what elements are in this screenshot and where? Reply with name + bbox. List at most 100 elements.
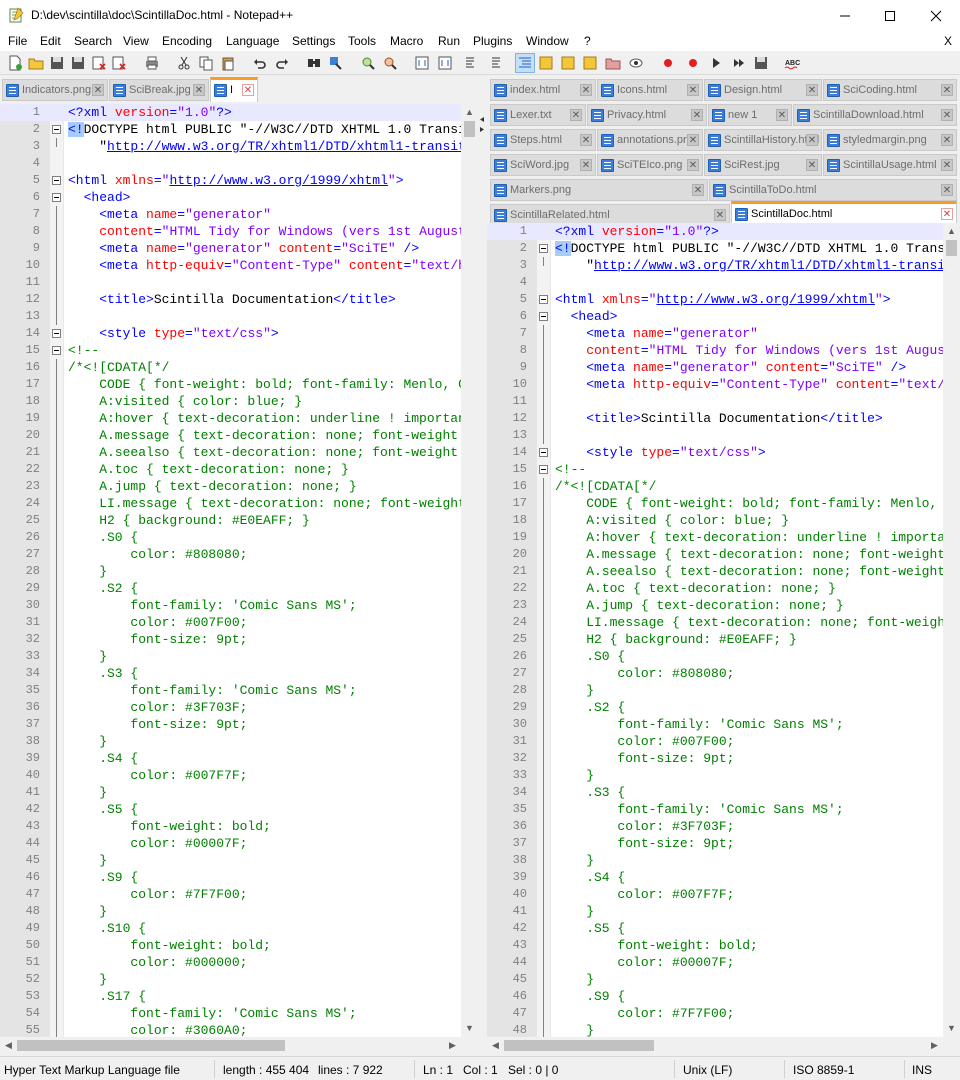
- tab-close-icon[interactable]: ✕: [806, 159, 818, 171]
- menu-tools[interactable]: Tools: [348, 34, 376, 48]
- save-all-button[interactable]: [69, 54, 87, 72]
- close-window-button[interactable]: [913, 0, 959, 31]
- scroll-thumb[interactable]: [946, 240, 957, 256]
- scroll-up-arrow[interactable]: ▲: [943, 223, 960, 240]
- menu-search[interactable]: Search: [74, 34, 112, 48]
- minimize-button[interactable]: [822, 0, 868, 31]
- tab-close-icon[interactable]: ✕: [687, 134, 699, 146]
- scroll-left-arrow[interactable]: ◀: [0, 1037, 17, 1054]
- menu-encoding[interactable]: Encoding: [162, 34, 212, 48]
- tab-styledmargin-png[interactable]: styledmargin.png ✕: [823, 129, 957, 151]
- stop-record-button[interactable]: [684, 54, 702, 72]
- tab-close-icon[interactable]: ✕: [193, 84, 205, 96]
- status-encoding[interactable]: ISO 8859-1: [793, 1063, 854, 1077]
- tab-scintillatodo-html[interactable]: ScintillaToDo.html ✕: [709, 179, 957, 201]
- show-all-chars-button[interactable]: [488, 54, 506, 72]
- spell-check-button[interactable]: ABC: [783, 54, 801, 72]
- scroll-down-arrow[interactable]: ▼: [461, 1020, 478, 1037]
- status-insert-mode[interactable]: INS: [912, 1063, 932, 1077]
- find-button[interactable]: [305, 54, 323, 72]
- undo-button[interactable]: [251, 54, 269, 72]
- menu-run[interactable]: Run: [438, 34, 460, 48]
- fold-toggle-icon[interactable]: [539, 295, 548, 304]
- folder-workspace-button[interactable]: [604, 54, 622, 72]
- tab-annotations-png[interactable]: annotations.png ✕: [597, 129, 703, 151]
- right-horizontal-scrollbar[interactable]: ◀ ▶: [487, 1037, 960, 1054]
- tab-close-icon[interactable]: ✕: [687, 84, 699, 96]
- tab-scicoding-html[interactable]: SciCoding.html ✕: [823, 79, 957, 101]
- tab-icons-html[interactable]: Icons.html ✕: [597, 79, 703, 101]
- tab-close-icon[interactable]: ✕: [242, 84, 254, 96]
- tab-close-icon[interactable]: ✕: [714, 209, 726, 221]
- tab-close-icon[interactable]: ✕: [692, 184, 704, 196]
- tab-close-icon[interactable]: ✕: [580, 159, 592, 171]
- play-macro-button[interactable]: [707, 54, 725, 72]
- fold-toggle-icon[interactable]: [52, 193, 61, 202]
- scroll-right-arrow[interactable]: ▶: [444, 1037, 461, 1054]
- scroll-down-arrow[interactable]: ▼: [943, 1020, 960, 1037]
- tab-sciword-jpg[interactable]: SciWord.jpg ✕: [490, 154, 596, 176]
- fold-toggle-icon[interactable]: [52, 329, 61, 338]
- function-list-button[interactable]: [581, 54, 599, 72]
- copy-button[interactable]: [197, 54, 215, 72]
- tab-close-icon[interactable]: ✕: [580, 84, 592, 96]
- fold-toggle-icon[interactable]: [539, 244, 548, 253]
- tab-close-icon[interactable]: ✕: [941, 109, 953, 121]
- document-map-button[interactable]: [559, 54, 577, 72]
- monitoring-button[interactable]: [627, 54, 645, 72]
- zoom-out-button[interactable]: [381, 54, 399, 72]
- left-horizontal-scrollbar[interactable]: ◀ ▶: [0, 1037, 478, 1054]
- menu-language[interactable]: Language: [226, 34, 279, 48]
- status-eol[interactable]: Unix (LF): [683, 1063, 732, 1077]
- new-file-button[interactable]: [6, 54, 24, 72]
- tab-close-icon[interactable]: ✕: [941, 134, 953, 146]
- tab-close-icon[interactable]: ✕: [691, 109, 703, 121]
- close-all-button[interactable]: [110, 54, 128, 72]
- open-file-button[interactable]: [27, 54, 45, 72]
- tab-design-html[interactable]: Design.html ✕: [704, 79, 822, 101]
- tab-index-html[interactable]: index.html ✕: [490, 79, 596, 101]
- tab-markers-png[interactable]: Markers.png ✕: [490, 179, 708, 201]
- tab-close-icon[interactable]: ✕: [776, 109, 788, 121]
- right-vertical-scrollbar[interactable]: ▲ ▼: [943, 223, 960, 1037]
- tab-steps-html[interactable]: Steps.html ✕: [490, 129, 596, 151]
- tab-close-icon[interactable]: ✕: [806, 84, 818, 96]
- left-vertical-scrollbar[interactable]: ▲ ▼: [461, 104, 478, 1037]
- tab-scibreak-jpg[interactable]: SciBreak.jpg ✕: [109, 79, 209, 101]
- scroll-up-arrow[interactable]: ▲: [461, 104, 478, 121]
- tab-close-icon[interactable]: ✕: [941, 84, 953, 96]
- scroll-thumb[interactable]: [464, 121, 475, 137]
- paste-button[interactable]: [219, 54, 237, 72]
- tab-scintilladownload-html[interactable]: ScintillaDownload.html ✕: [793, 104, 957, 126]
- print-button[interactable]: [143, 54, 161, 72]
- menu-help[interactable]: ?: [584, 34, 591, 48]
- close-document-button[interactable]: X: [944, 34, 952, 48]
- tab-sciteico-png[interactable]: SciTEIco.png ✕: [597, 154, 703, 176]
- save-macro-button[interactable]: [752, 54, 770, 72]
- fold-toggle-icon[interactable]: [52, 125, 61, 134]
- fold-toggle-icon[interactable]: [539, 465, 548, 474]
- tab-i[interactable]: I ✕: [210, 77, 258, 102]
- menu-window[interactable]: Window: [526, 34, 569, 48]
- scroll-thumb[interactable]: [17, 1040, 285, 1051]
- menu-file[interactable]: File: [8, 34, 27, 48]
- tab-scintillausage-html[interactable]: ScintillaUsage.html ✕: [823, 154, 957, 176]
- word-wrap-button[interactable]: [462, 54, 480, 72]
- tab-scintillahistory-html[interactable]: ScintillaHistory.html ✕: [704, 129, 822, 151]
- scroll-thumb[interactable]: [504, 1040, 654, 1051]
- maximize-button[interactable]: [867, 0, 913, 31]
- pane-splitter[interactable]: [478, 77, 487, 1054]
- zoom-in-button[interactable]: [359, 54, 377, 72]
- tab-close-icon[interactable]: ✕: [570, 109, 582, 121]
- tab-indicators-png[interactable]: Indicators.png ✕: [2, 79, 108, 101]
- tab-scirest-jpg[interactable]: SciRest.jpg ✕: [704, 154, 822, 176]
- right-editor[interactable]: 1 <?xml version="1.0"?> 2 <!DOCTYPE html PU…: [487, 223, 960, 1054]
- menu-settings[interactable]: Settings: [292, 34, 335, 48]
- tab-lexer-txt[interactable]: Lexer.txt ✕: [490, 104, 586, 126]
- cut-button[interactable]: [175, 54, 193, 72]
- scroll-right-arrow[interactable]: ▶: [926, 1037, 943, 1054]
- left-editor[interactable]: 1 <?xml version="1.0"?> 2 <!DOCTYPE html PU…: [0, 104, 478, 1054]
- tab-close-icon[interactable]: ✕: [806, 134, 818, 146]
- scroll-left-arrow[interactable]: ◀: [487, 1037, 504, 1054]
- indent-guide-button[interactable]: [515, 53, 535, 73]
